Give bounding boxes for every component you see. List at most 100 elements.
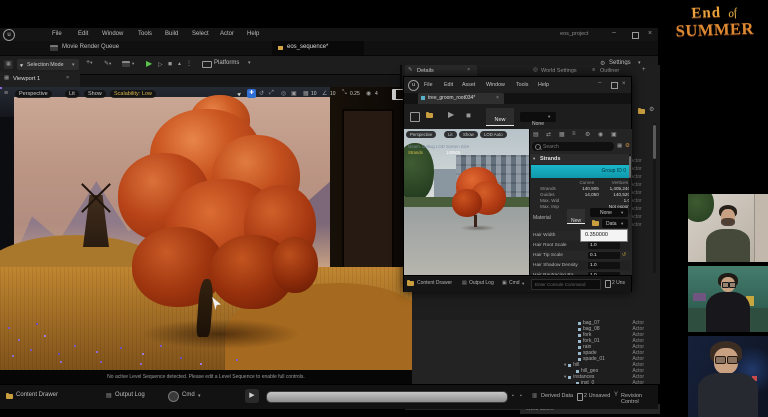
viewport-options-icon[interactable]: ≡ xyxy=(4,90,8,97)
material-data-dropdown[interactable]: Data ▾ xyxy=(602,219,628,228)
close-icon[interactable]: × xyxy=(622,81,626,87)
groom-menu-tools[interactable]: Tools xyxy=(516,82,528,88)
new-simulation-button[interactable]: New xyxy=(486,108,514,126)
grid-snap-value[interactable]: 10 xyxy=(311,91,317,97)
camera-speed-icon[interactable]: ◉ xyxy=(366,90,371,97)
close-icon[interactable]: × xyxy=(648,30,652,37)
add-actor-icon[interactable]: +▾ xyxy=(86,59,92,66)
close-icon[interactable]: × xyxy=(66,75,69,81)
minimize-icon[interactable]: – xyxy=(598,80,601,86)
rotation-snap-icon[interactable]: ∠ xyxy=(322,90,327,97)
eject-button[interactable]: ▲ xyxy=(177,61,182,67)
save-icon[interactable] xyxy=(410,112,420,122)
search-input[interactable]: Search xyxy=(532,142,614,151)
output-log-button[interactable]: Output Log xyxy=(115,392,145,398)
groom-titlebar[interactable]: u File Edit Asset Window Tools Help – × xyxy=(404,77,631,93)
revision-control-status[interactable]: Revision Control xyxy=(621,393,658,405)
tab-viewport-1[interactable]: ▦ Viewport 1 × xyxy=(0,72,80,87)
material-new-button[interactable]: New xyxy=(567,209,585,224)
menu-tools[interactable]: Tools xyxy=(138,31,152,37)
layers-icon[interactable]: ≡ xyxy=(572,131,576,137)
maximize-icon[interactable] xyxy=(611,82,618,89)
minimize-icon[interactable]: – xyxy=(612,29,616,36)
menu-actor[interactable]: Actor xyxy=(220,31,234,37)
camera-speed-value[interactable]: 4 xyxy=(375,91,378,97)
groom-menu-asset[interactable]: Asset xyxy=(462,82,475,88)
caret-down-icon[interactable]: ▾ xyxy=(564,362,566,368)
details-scrollbar[interactable] xyxy=(629,154,631,214)
groom-menu-file[interactable]: File xyxy=(424,82,433,88)
groom-asset-tab[interactable]: tree_groom_root034* × xyxy=(418,93,504,104)
scale-tool-icon[interactable]: ⤢ xyxy=(269,90,274,97)
browse-icon[interactable] xyxy=(426,113,433,118)
rotation-snap-value[interactable]: 10 xyxy=(330,91,336,97)
gear-icon[interactable]: ⚙ xyxy=(585,131,590,138)
prop-row-hair-shadow-density[interactable]: Hair Shadow Density 1.0 xyxy=(530,261,630,270)
console-icon[interactable] xyxy=(168,391,179,402)
groom-menu-edit[interactable]: Edit xyxy=(444,82,453,88)
menu-edit[interactable]: Edit xyxy=(78,31,88,37)
add-tab-button[interactable]: + xyxy=(642,67,646,73)
skip-button[interactable]: ▷ xyxy=(158,61,163,68)
caret-down-icon[interactable]: ▾ xyxy=(564,374,566,380)
platforms-button[interactable]: Platforms xyxy=(214,60,239,66)
none-dropdown[interactable]: None ▾ xyxy=(520,112,556,122)
groom-unsaved-status[interactable]: 2 Uns xyxy=(612,280,625,286)
browse-icon[interactable] xyxy=(592,221,599,226)
blueprint-icon[interactable]: ✎▾ xyxy=(104,60,111,67)
show-button[interactable]: Show xyxy=(84,90,106,98)
cinematics-icon[interactable] xyxy=(122,61,130,67)
autumn-tree[interactable] xyxy=(110,92,310,342)
viewport-scene[interactable]: ≡ Perspective Lit Show Scalability: Low … xyxy=(0,87,412,370)
group-id-bar[interactable]: Group ID 0 xyxy=(531,165,630,178)
reset-icon[interactable]: ↺ xyxy=(622,252,626,258)
selection-mode-button[interactable]: ▶ Selection Mode ▾ xyxy=(17,59,79,70)
groom-lod-button[interactable]: LOD Auto xyxy=(480,131,507,138)
sequencer-play-button[interactable]: ▶ xyxy=(245,389,259,403)
stop-button[interactable]: ◼ xyxy=(168,61,172,67)
target-icon[interactable]: ◉ xyxy=(598,131,603,138)
new-asset-icon[interactable]: ▦ xyxy=(559,131,565,138)
simulate-stop-button[interactable]: ◼ xyxy=(466,112,471,119)
material-none-dropdown[interactable]: None ▾ xyxy=(590,208,628,217)
outliner-scrollbar[interactable] xyxy=(653,123,656,273)
menu-help[interactable]: Help xyxy=(247,31,259,37)
surface-snap-icon[interactable]: ▣ xyxy=(291,90,297,97)
groom-lit-button[interactable]: Lit xyxy=(444,131,457,138)
movie-render-queue-button[interactable]: Movie Render Queue xyxy=(62,44,119,50)
groom-perspective-button[interactable]: Perspective xyxy=(406,131,436,138)
share-icon[interactable]: ⇄ xyxy=(546,131,551,138)
groom-output-log-button[interactable]: Output Log xyxy=(469,280,494,286)
scalability-button[interactable]: Scalability: Low xyxy=(110,90,156,98)
scale-snap-value[interactable]: 0.25 xyxy=(350,91,360,97)
close-icon[interactable]: × xyxy=(467,67,470,73)
simulate-play-button[interactable]: ▶ xyxy=(448,110,454,119)
hair-shadow-density-input[interactable]: 1.0 xyxy=(588,262,620,269)
world-space-icon[interactable]: ◎ xyxy=(281,90,286,97)
sequence-tab[interactable]: eos_sequence* xyxy=(272,41,364,55)
maximize-icon[interactable] xyxy=(632,32,639,39)
recent-menu-icon[interactable]: ▦ xyxy=(4,60,13,69)
filter-grid-icon[interactable]: ▦ xyxy=(617,143,622,149)
cmd-button[interactable]: Cmd xyxy=(182,392,195,398)
rotate-tool-icon[interactable]: ↺ xyxy=(259,90,264,97)
derived-data-status[interactable]: Derived Data xyxy=(541,393,573,399)
prop-row-hair-root-scale[interactable]: Hair Root Scale 1.0 xyxy=(530,241,630,250)
sequencer-scrubber[interactable] xyxy=(266,391,508,403)
hair-root-scale-input[interactable]: 1.0 xyxy=(588,242,620,249)
menu-window[interactable]: Window xyxy=(102,31,123,37)
scale-snap-icon[interactable]: ⤡ xyxy=(342,90,347,97)
perspective-button[interactable]: Perspective xyxy=(15,90,52,98)
content-drawer-button[interactable]: Content Drawer xyxy=(16,392,58,398)
menu-file[interactable]: File xyxy=(52,31,62,37)
groom-content-drawer-button[interactable]: Content Drawer xyxy=(417,280,452,286)
more-options-icon[interactable]: ⋮ xyxy=(186,60,192,67)
groom-menu-help[interactable]: Help xyxy=(538,82,549,88)
groom-show-button[interactable]: Show xyxy=(459,131,478,138)
pin-icon[interactable]: ▤ xyxy=(533,131,539,138)
profile-icon[interactable]: ▣ xyxy=(611,131,617,138)
prop-row-hair-tip-scale[interactable]: Hair Tip Scale 0.1 ↺ xyxy=(530,251,630,260)
close-icon[interactable]: × xyxy=(496,95,499,101)
menu-select[interactable]: Select xyxy=(192,31,209,37)
menu-build[interactable]: Build xyxy=(165,31,178,37)
